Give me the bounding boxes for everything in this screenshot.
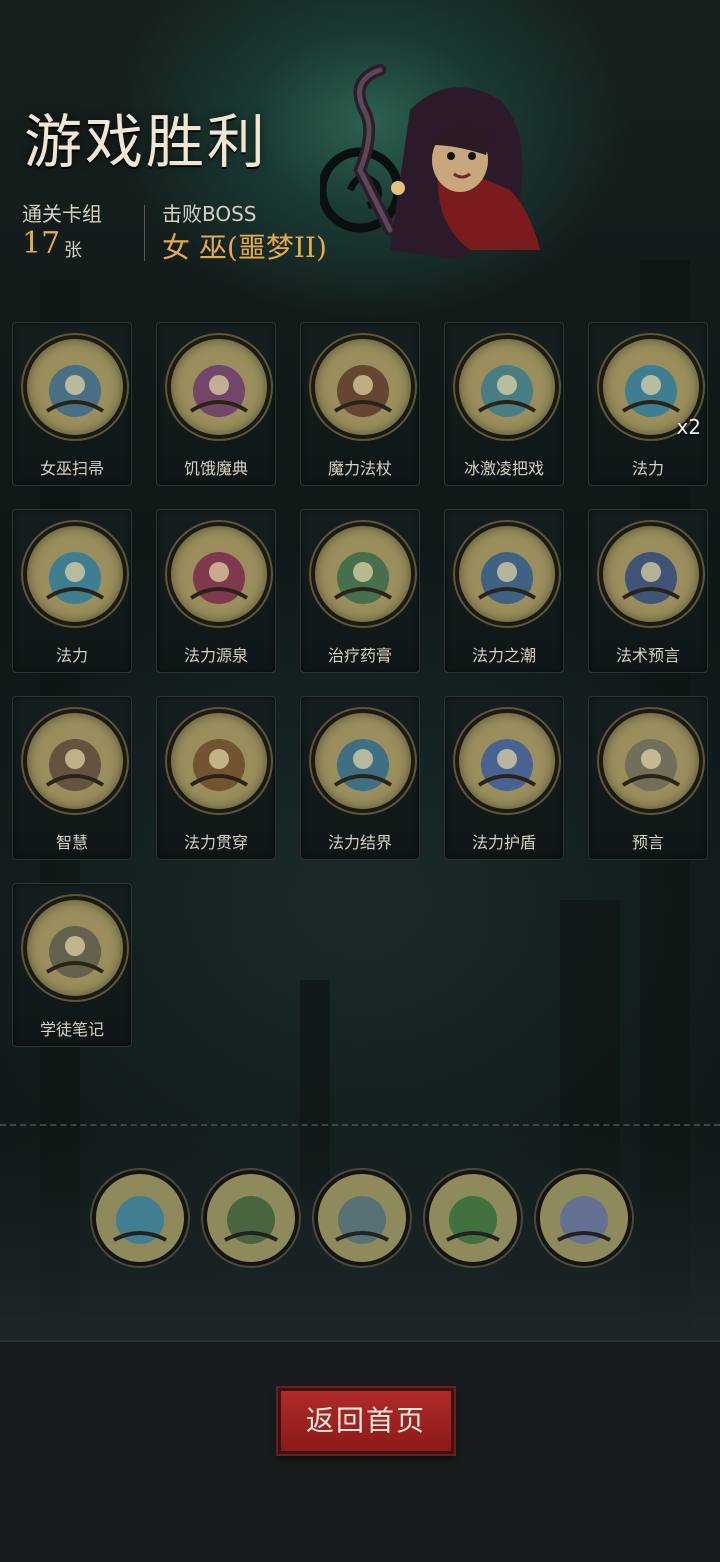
apprentice-notes-icon (23, 896, 127, 1000)
mana-shield-icon (455, 709, 559, 813)
stone-pillar-relic-icon[interactable] (314, 1170, 410, 1266)
card-name: 治疗药膏 (327, 646, 392, 665)
deck-count: 17 (22, 226, 61, 261)
deck-card[interactable]: 魔力法杖 (300, 322, 420, 486)
deck-card[interactable]: 治疗药膏 (300, 509, 420, 673)
hungry-grimoire-icon (167, 335, 271, 439)
card-name: 法力源泉 (183, 646, 248, 665)
deck-card[interactable]: 女巫扫帚 (12, 322, 132, 486)
deck-label: 通关卡组 (22, 202, 102, 226)
card-name: 法力贯穿 (183, 833, 248, 852)
card-name: 法力护盾 (471, 833, 536, 852)
deck-card[interactable]: 饥饿魔典 (156, 322, 276, 486)
deck-card[interactable]: 冰激凌把戏 (444, 322, 564, 486)
card-name: 冰激凌把戏 (463, 459, 544, 478)
stat-divider (144, 205, 145, 261)
witch-boss-illustration (320, 64, 540, 260)
section-divider (0, 1124, 720, 1126)
card-name: 学徒笔记 (39, 1020, 104, 1039)
banner-relic-icon[interactable] (203, 1170, 299, 1266)
ice-cream-icon (455, 335, 559, 439)
mana-orb-icon (23, 522, 127, 626)
deck-card[interactable]: 法力源泉 (156, 509, 276, 673)
magic-staff-icon (311, 335, 415, 439)
deck-card[interactable]: x2 法力 (588, 322, 708, 486)
wisdom-icon (23, 709, 127, 813)
card-count-badge: x2 (676, 415, 701, 439)
card-name: 魔力法杖 (327, 459, 392, 478)
deck-card[interactable]: 预言 (588, 696, 708, 860)
card-name: 女巫扫帚 (39, 459, 104, 478)
deck-card[interactable]: 法力 (12, 509, 132, 673)
page-title: 游戏胜利 (24, 108, 269, 176)
card-name: 智慧 (55, 833, 88, 852)
deck-unit: 张 (64, 240, 82, 261)
deck-card[interactable]: 法力结界 (300, 696, 420, 860)
deck-card[interactable]: 法力护盾 (444, 696, 564, 860)
deck-card[interactable]: 法力之潮 (444, 509, 564, 673)
card-name: 法力 (631, 459, 664, 478)
broom-icon (23, 335, 127, 439)
boss-label: 击败BOSS (162, 202, 257, 226)
card-name: 饥饿魔典 (183, 459, 248, 478)
boss-name: 女 巫(噩梦II) (162, 231, 327, 264)
healing-ointment-icon (311, 522, 415, 626)
card-name: 法力之潮 (471, 646, 536, 665)
spell-prophecy-icon (599, 522, 703, 626)
water-magic-relic-icon[interactable] (92, 1170, 188, 1266)
deck-card[interactable]: 法力贯穿 (156, 696, 276, 860)
return-home-button[interactable]: 返回首页 (278, 1388, 454, 1454)
prophecy-icon (599, 709, 703, 813)
card-name: 法力结界 (327, 833, 392, 852)
deck-card[interactable]: 学徒笔记 (12, 883, 132, 1047)
deck-card[interactable]: 智慧 (12, 696, 132, 860)
card-name: 法力 (55, 646, 88, 665)
mana-fountain-icon (167, 522, 271, 626)
mana-barrier-icon (311, 709, 415, 813)
card-name: 法术预言 (615, 646, 680, 665)
green-spirit-relic-icon[interactable] (425, 1170, 521, 1266)
card-name: 预言 (631, 833, 664, 852)
mana-pierce-icon (167, 709, 271, 813)
deck-card[interactable]: 法术预言 (588, 509, 708, 673)
mana-tide-icon (455, 522, 559, 626)
glowing-book-relic-icon[interactable] (536, 1170, 632, 1266)
